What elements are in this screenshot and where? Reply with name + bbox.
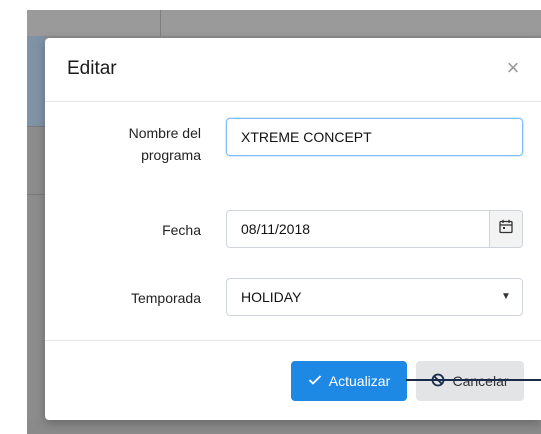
date-label: Fecha xyxy=(162,222,201,238)
season-select[interactable]: HOLIDAY ▼ xyxy=(226,278,523,316)
program-name-label: Nombre del programa xyxy=(129,122,201,166)
backdrop-header xyxy=(27,10,541,36)
backdrop-divider xyxy=(160,10,161,36)
ban-icon xyxy=(431,373,445,390)
update-button[interactable]: Actualizar xyxy=(291,361,407,401)
date-value: 08/11/2018 xyxy=(241,221,311,237)
modal-title: Editar xyxy=(67,58,117,79)
program-name-value: XTREME CONCEPT xyxy=(241,129,372,145)
backdrop-divider xyxy=(27,194,45,195)
program-name-label-line1: Nombre del xyxy=(128,125,201,141)
program-name-label-line2: programa xyxy=(141,147,201,163)
backdrop-footer xyxy=(27,420,541,434)
program-name-input[interactable]: XTREME CONCEPT xyxy=(226,118,523,156)
cancel-button[interactable]: Cancelar xyxy=(416,361,524,401)
modal-footer-divider xyxy=(45,340,541,341)
check-icon xyxy=(308,373,322,389)
date-input[interactable]: 08/11/2018 xyxy=(226,210,523,248)
chevron-down-icon: ▼ xyxy=(501,291,511,302)
update-button-label: Actualizar xyxy=(328,373,391,389)
cancel-button-label: Cancelar xyxy=(452,373,509,389)
backdrop-divider xyxy=(27,126,45,127)
backdrop-sidebar-strip xyxy=(27,36,45,126)
modal-header: Editar × xyxy=(45,38,541,102)
calendar-icon xyxy=(499,211,513,247)
calendar-button[interactable] xyxy=(489,211,522,247)
edit-modal: Editar × Nombre del programa XTREME CONC… xyxy=(45,38,541,420)
close-button[interactable]: × xyxy=(501,54,525,82)
season-value: HOLIDAY xyxy=(241,289,302,305)
annotation-line xyxy=(406,379,541,381)
season-label: Temporada xyxy=(130,290,201,306)
season-dropdown-toggle[interactable]: ▼ xyxy=(490,279,522,315)
